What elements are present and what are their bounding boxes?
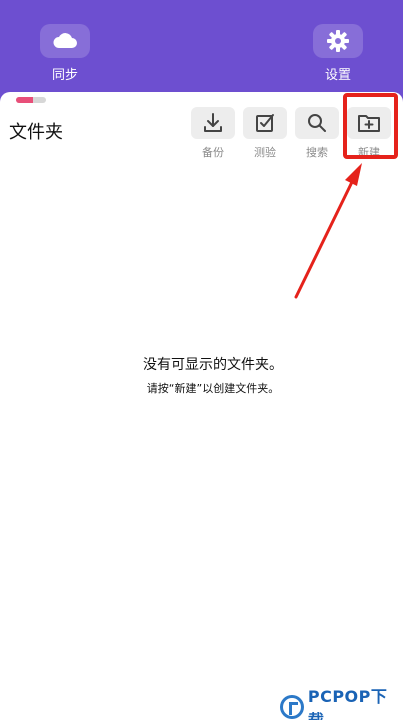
sync-label: 同步 bbox=[51, 68, 78, 83]
watermark: PCPOP下载 bbox=[280, 683, 403, 720]
settings-button[interactable]: 设置 bbox=[313, 24, 363, 83]
checkbox-icon bbox=[243, 107, 287, 139]
backup-button[interactable]: 备份 bbox=[191, 107, 235, 160]
highlight-box bbox=[343, 93, 398, 159]
search-icon bbox=[295, 107, 339, 139]
test-button[interactable]: 测验 bbox=[243, 107, 287, 160]
page-title: 文件夹 bbox=[9, 122, 63, 143]
search-label: 搜索 bbox=[306, 146, 328, 159]
gear-icon bbox=[313, 24, 363, 58]
watermark-logo-icon bbox=[280, 695, 304, 719]
watermark-text: PCPOP下载 bbox=[307, 687, 388, 720]
cloud-icon bbox=[40, 24, 90, 58]
empty-state-title: 没有可显示的文件夹。 bbox=[143, 357, 283, 373]
empty-state-hint: 请按“新建”以创建文件夹。 bbox=[146, 382, 280, 395]
backup-label: 备份 bbox=[202, 146, 224, 159]
sync-button[interactable]: 同步 bbox=[40, 24, 90, 83]
settings-label: 设置 bbox=[324, 68, 351, 83]
search-button[interactable]: 搜索 bbox=[295, 107, 339, 160]
folder-panel: 文件夹 备份 测验 搜索 新建 没有可显示的文件夹。 请按“新建”以创建文件夹。 bbox=[0, 92, 403, 720]
test-label: 测验 bbox=[254, 146, 276, 159]
empty-state: 没有可显示的文件夹。 请按“新建”以创建文件夹。 bbox=[98, 354, 328, 396]
tag-indicator bbox=[16, 97, 46, 103]
download-icon bbox=[191, 107, 235, 139]
